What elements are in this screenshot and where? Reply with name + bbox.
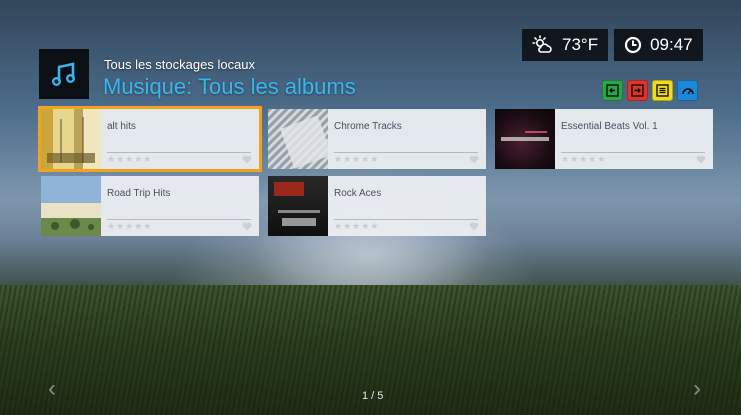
heart-icon[interactable] bbox=[242, 155, 252, 164]
heart-icon[interactable] bbox=[242, 222, 252, 231]
album-tile[interactable]: Road Trip Hits ★★★★★ bbox=[41, 176, 259, 236]
weather-widget: 73°F bbox=[522, 29, 609, 61]
page-indicator: 1 / 5 bbox=[362, 390, 384, 402]
heart-icon[interactable] bbox=[469, 155, 479, 164]
rating-stars: ★★★★★ bbox=[334, 154, 380, 164]
app-icon bbox=[39, 49, 89, 99]
album-tile[interactable]: Rock Aces ★★★★★ bbox=[268, 176, 486, 236]
album-title: Chrome Tracks bbox=[334, 121, 402, 132]
rating-stars: ★★★★★ bbox=[334, 221, 380, 231]
album-tile[interactable]: alt hits ★★★★★ bbox=[41, 109, 259, 169]
red-key-button[interactable] bbox=[627, 80, 648, 101]
heart-icon[interactable] bbox=[469, 222, 479, 231]
divider bbox=[334, 152, 478, 153]
album-cover-art bbox=[41, 109, 101, 169]
album-cover-art bbox=[41, 176, 101, 236]
divider bbox=[107, 152, 251, 153]
album-tile[interactable]: Chrome Tracks ★★★★★ bbox=[268, 109, 486, 169]
music-note-icon bbox=[51, 62, 76, 87]
divider bbox=[334, 219, 478, 220]
clock-icon bbox=[624, 36, 642, 54]
weather-sun-cloud-icon bbox=[532, 35, 552, 53]
box-arrow-left-icon bbox=[606, 84, 619, 97]
heart-icon[interactable] bbox=[696, 155, 706, 164]
next-page-arrow[interactable]: › bbox=[693, 375, 701, 403]
list-icon bbox=[656, 84, 669, 97]
page-title: Musique: Tous les albums bbox=[103, 74, 356, 99]
gauge-icon bbox=[681, 88, 694, 95]
divider bbox=[561, 152, 705, 153]
green-key-button[interactable] bbox=[602, 80, 623, 101]
temperature: 73°F bbox=[562, 35, 599, 54]
blue-key-button[interactable] bbox=[677, 80, 698, 101]
album-cover-art bbox=[495, 109, 555, 169]
album-cover-art bbox=[268, 176, 328, 236]
color-key-bar bbox=[598, 80, 698, 101]
album-tile[interactable]: Essential Beats Vol. 1 ★★★★★ bbox=[495, 109, 713, 169]
album-cover-art bbox=[268, 109, 328, 169]
rating-stars: ★★★★★ bbox=[107, 154, 153, 164]
album-title: alt hits bbox=[107, 121, 136, 132]
album-art-graphic bbox=[280, 115, 328, 169]
rating-stars: ★★★★★ bbox=[561, 154, 607, 164]
clock-widget: 09:47 bbox=[614, 29, 703, 61]
breadcrumb: Tous les stockages locaux bbox=[104, 57, 256, 72]
album-title: Essential Beats Vol. 1 bbox=[561, 121, 658, 132]
album-art-graphic bbox=[501, 131, 549, 141]
status-bar: 73°F 09:47 bbox=[522, 29, 703, 61]
album-art-graphic bbox=[274, 182, 320, 226]
album-title: Rock Aces bbox=[334, 188, 382, 199]
box-arrow-right-icon bbox=[631, 84, 644, 97]
yellow-key-button[interactable] bbox=[652, 80, 673, 101]
album-art-graphic bbox=[47, 117, 95, 163]
album-title: Road Trip Hits bbox=[107, 188, 171, 199]
album-art-graphic bbox=[51, 219, 94, 230]
rating-stars: ★★★★★ bbox=[107, 221, 153, 231]
divider bbox=[107, 219, 251, 220]
previous-page-arrow[interactable]: ‹ bbox=[48, 375, 56, 403]
clock-time: 09:47 bbox=[650, 35, 693, 54]
